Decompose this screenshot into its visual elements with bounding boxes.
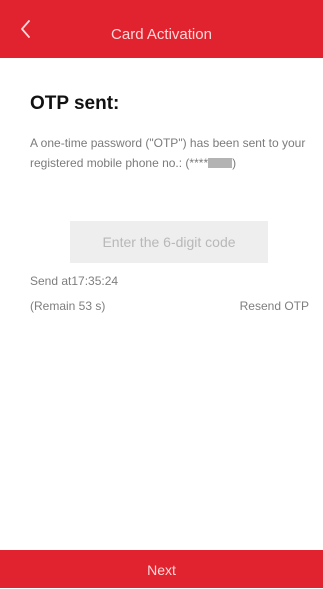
page-title: Card Activation	[111, 26, 212, 43]
app-header: Card Activation	[0, 0, 323, 58]
otp-content: OTP sent: A one-time password ("OTP") ha…	[30, 92, 309, 173]
otp-description-text: A one-time password ("OTP") has been sen…	[30, 136, 306, 170]
otp-code-input[interactable]	[70, 221, 268, 263]
masked-phone-number	[208, 158, 233, 168]
next-button[interactable]: Next	[0, 550, 323, 588]
remaining-time-text: (Remain 53 s)	[30, 299, 106, 313]
otp-description: A one-time password ("OTP") has been sen…	[30, 133, 309, 173]
otp-sent-title: OTP sent:	[30, 93, 120, 114]
otp-description-close: )	[232, 156, 237, 170]
resend-otp-link[interactable]: Resend OTP	[240, 299, 309, 313]
send-time-text: Send at17:35:24	[30, 274, 119, 288]
